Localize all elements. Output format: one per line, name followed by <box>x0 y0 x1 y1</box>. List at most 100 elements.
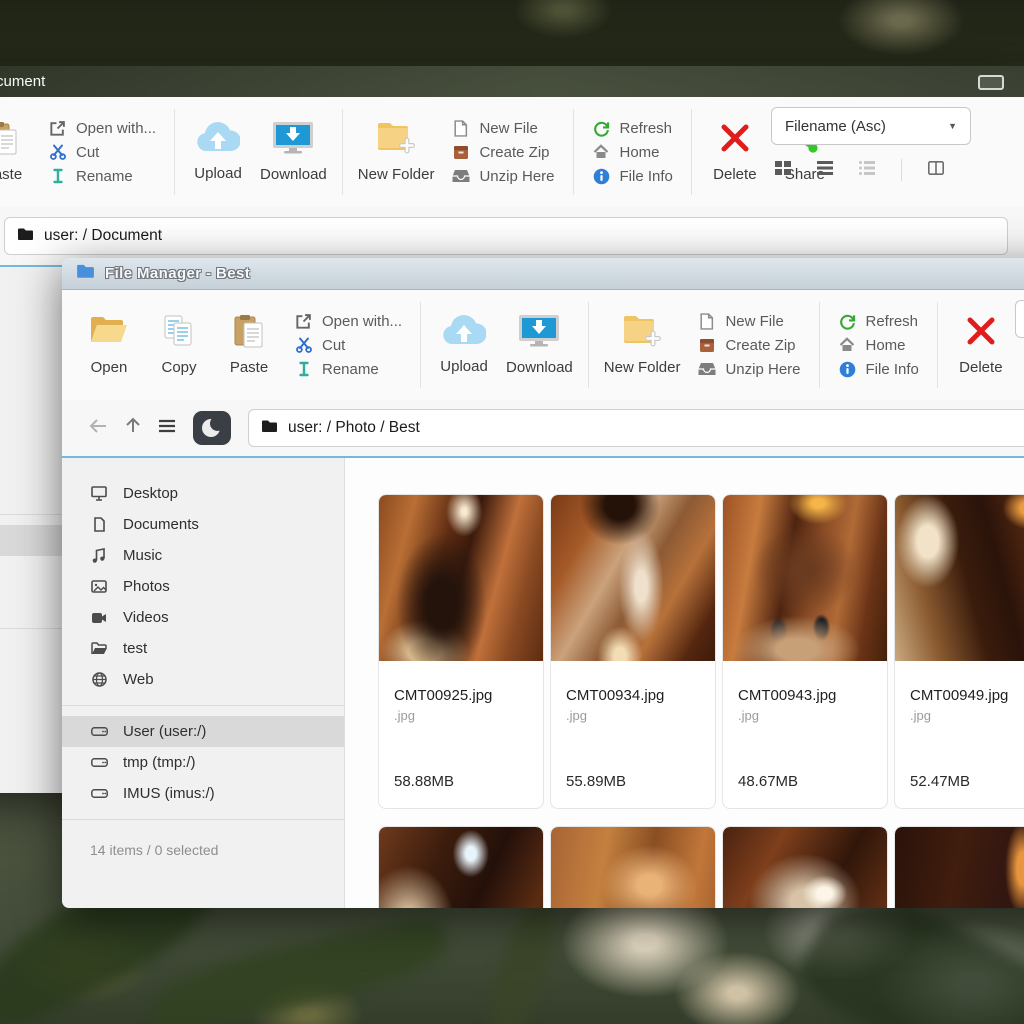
home-icon <box>592 144 611 160</box>
upload-button[interactable]: Upload <box>433 315 495 375</box>
file-info-button[interactable]: File Info <box>838 361 919 378</box>
sidebar-item-imus-drive[interactable]: IMUS (imus:/) <box>62 778 344 809</box>
sidebar-item-label: test <box>123 640 147 657</box>
copy-icon <box>162 314 196 352</box>
cut-button[interactable]: Cut <box>48 144 156 161</box>
rename-button[interactable]: Rename <box>294 361 402 378</box>
refresh-button[interactable]: Refresh <box>838 313 919 330</box>
file-ops-group: New File Create Zip Unzip Here <box>445 120 560 185</box>
view-detail-button[interactable] <box>859 161 875 180</box>
file-card[interactable] <box>378 826 544 908</box>
new-folder-button[interactable]: New Folder <box>601 312 684 378</box>
toolbar: Paste Open with... Cut Rename U <box>0 97 1024 207</box>
unzip-here-button[interactable]: Unzip Here <box>451 168 554 185</box>
file-extension: .jpg <box>566 708 700 723</box>
file-area: CMT00925.jpg .jpg 58.88MB CMT00934.jpg .… <box>345 458 1024 908</box>
refresh-button[interactable]: Refresh <box>592 120 673 137</box>
edit-group: Open with... Cut Rename <box>288 313 408 378</box>
breadcrumb-input[interactable]: user: / Document <box>4 217 1008 255</box>
rename-button[interactable]: Rename <box>48 168 156 185</box>
home-label: Home <box>620 144 660 161</box>
open-with-button[interactable]: Open with... <box>294 313 402 330</box>
delete-button[interactable]: Delete <box>950 314 1012 376</box>
copy-button[interactable]: Copy <box>148 314 210 376</box>
sidebar-item-web[interactable]: Web <box>62 664 344 695</box>
new-file-icon <box>697 313 716 330</box>
sort-dropdown[interactable]: Filename (Asc) ▼ <box>771 107 971 145</box>
titlebar[interactable]: File Manager - Document <box>0 66 1024 97</box>
download-button[interactable]: Download <box>503 314 576 376</box>
paste-button[interactable]: Paste <box>0 121 34 183</box>
scissors-icon <box>48 144 67 160</box>
view-grid-button[interactable] <box>775 161 791 180</box>
new-file-label: New File <box>479 120 537 137</box>
download-label: Download <box>260 166 327 183</box>
toolbar-separator <box>588 302 589 388</box>
video-camera-icon <box>90 612 108 624</box>
sort-and-view-zone: Filename (Asc) ▼ <box>771 107 971 181</box>
new-file-icon <box>451 120 470 137</box>
file-size: 52.47MB <box>910 773 1024 790</box>
delete-button[interactable]: Delete <box>704 121 766 183</box>
unzip-tray-icon <box>697 362 716 376</box>
cut-label: Cut <box>76 144 99 161</box>
leaf-silhouette <box>147 914 453 1024</box>
file-thumbnail <box>379 827 543 908</box>
sidebar-item-user-drive[interactable]: User (user:/) <box>62 716 344 747</box>
download-icon <box>517 314 561 352</box>
up-button[interactable] <box>125 417 141 439</box>
file-info-button[interactable]: File Info <box>592 168 673 185</box>
zip-box-icon <box>451 145 470 160</box>
new-file-button[interactable]: New File <box>697 313 800 330</box>
upload-button[interactable]: Upload <box>187 122 249 182</box>
open-button[interactable]: Open <box>78 314 140 376</box>
sidebar-item-desktop[interactable]: Desktop <box>62 478 344 509</box>
file-card[interactable]: CMT00943.jpg .jpg 48.67MB <box>722 494 888 809</box>
file-card[interactable]: CMT00949.jpg .jpg 52.47MB <box>894 494 1024 809</box>
upload-icon <box>196 122 240 158</box>
download-button[interactable]: Download <box>257 121 330 183</box>
nav-ops-group: Refresh Home File Info <box>586 120 679 185</box>
paste-button[interactable]: Paste <box>218 314 280 376</box>
sidebar-item-music[interactable]: Music <box>62 540 344 571</box>
create-zip-button[interactable]: Create Zip <box>451 144 554 161</box>
file-card[interactable] <box>722 826 888 908</box>
file-card[interactable]: CMT00934.jpg .jpg 55.89MB <box>550 494 716 809</box>
view-columns-button[interactable] <box>928 161 944 180</box>
new-folder-button[interactable]: New Folder <box>355 119 438 185</box>
sidebar-item-test[interactable]: test <box>62 633 344 664</box>
back-button[interactable] <box>88 418 108 439</box>
nav-ops-group: Refresh Home File Info <box>832 313 925 378</box>
home-button[interactable]: Home <box>838 337 919 354</box>
file-thumbnail <box>723 827 887 908</box>
refresh-icon <box>592 120 611 137</box>
create-zip-button[interactable]: Create Zip <box>697 337 800 354</box>
cut-button[interactable]: Cut <box>294 337 402 354</box>
file-thumbnail <box>551 827 715 908</box>
unzip-here-button[interactable]: Unzip Here <box>697 361 800 378</box>
file-card[interactable]: CMT00925.jpg .jpg 58.88MB <box>378 494 544 809</box>
menu-button[interactable] <box>158 419 176 438</box>
breadcrumb: user: / Document <box>44 227 162 245</box>
open-with-button[interactable]: Open with... <box>48 120 156 137</box>
sidebar-item-videos[interactable]: Videos <box>62 602 344 633</box>
sidebar-item-documents[interactable]: Documents <box>62 509 344 540</box>
sort-dropdown[interactable]: Filename (Asc) ▼ <box>1015 300 1024 338</box>
minimize-button[interactable] <box>978 75 1004 90</box>
view-list-button[interactable] <box>817 161 833 180</box>
home-icon <box>838 337 857 353</box>
sidebar-divider <box>62 819 344 820</box>
sidebar-item-label: IMUS (imus:/) <box>123 785 215 802</box>
dark-mode-toggle[interactable] <box>193 411 231 445</box>
sidebar-item-photos[interactable]: Photos <box>62 571 344 602</box>
open-folder-icon <box>89 314 129 352</box>
file-card[interactable] <box>550 826 716 908</box>
unzip-here-label: Unzip Here <box>479 168 554 185</box>
home-button[interactable]: Home <box>592 144 673 161</box>
refresh-icon <box>838 313 857 330</box>
breadcrumb-input[interactable]: user: / Photo / Best <box>248 409 1024 447</box>
file-card[interactable] <box>894 826 1024 908</box>
titlebar[interactable]: File Manager - Best <box>62 258 1024 290</box>
new-file-button[interactable]: New File <box>451 120 554 137</box>
sidebar-item-tmp-drive[interactable]: tmp (tmp:/) <box>62 747 344 778</box>
